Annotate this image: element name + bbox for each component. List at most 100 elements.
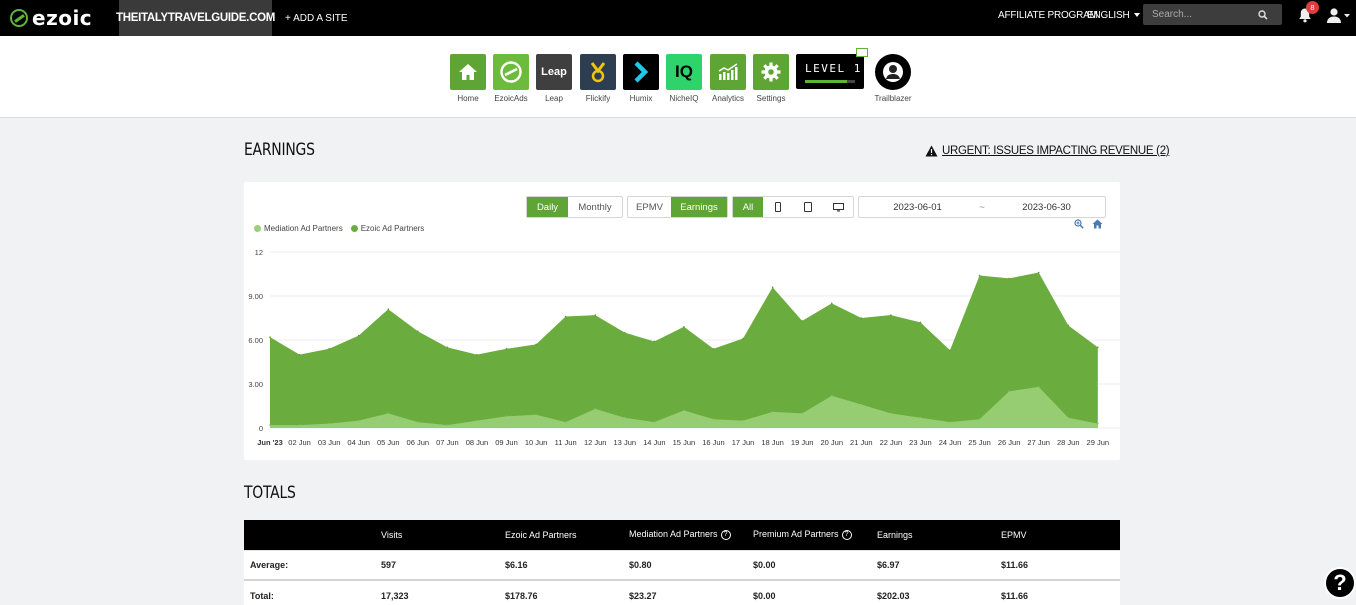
level-badge[interactable]: LEVEL 1 [796,54,864,89]
data-point-ezoic [1097,346,1099,349]
x-tick-label: 03 Jun [318,438,341,447]
reset-zoom-home-icon[interactable] [1092,219,1103,229]
data-point-ezoic [919,321,922,324]
data-point-mediation [476,419,478,422]
data-point-mediation [564,421,567,423]
earnings-button[interactable]: Earnings [671,197,727,217]
search-input[interactable] [1143,9,1258,20]
app-ezoicads[interactable]: EzoicAds [487,54,535,103]
app-label: EzoicAds [494,94,528,103]
monthly-button[interactable]: Monthly [568,197,622,217]
app-settings[interactable]: Settings [747,54,795,103]
x-tick-label: 12 Jun [584,438,607,447]
y-tick-label: 0 [259,424,263,433]
start-date[interactable]: 2023-06-01 [859,202,976,213]
help-icon[interactable]: ? [841,530,852,541]
settings-icon [753,54,789,90]
y-tick-label: 12 [255,248,263,257]
x-tick-label: 07 Jun [436,438,459,447]
add-site-link[interactable]: + ADD A SITE [285,0,348,36]
data-point-ezoic [564,315,567,318]
app-label: Home [457,94,479,103]
help-button[interactable]: ? [1324,567,1356,599]
search-icon[interactable] [1258,9,1268,20]
app-launcher-bar: Home EzoicAds Leap Leap Flickify Humix I… [0,36,1356,118]
table-cell: $6.16 [499,549,623,580]
level-text: LEVEL 1 [805,62,862,75]
user-avatar-icon[interactable] [1326,7,1350,23]
x-tick-label: 09 Jun [495,438,518,447]
ezoic-logo[interactable]: ezoic [10,6,92,30]
app-trailblazer[interactable]: Trailblazer [872,54,914,103]
tablet-icon [804,202,812,212]
legend-item-ezoic[interactable]: Ezoic Ad Partners [350,224,424,233]
earnings-area-chart: 0 3.00 6.00 9.00 12 Jun '23 02 Jun 03 Jun 04 Jun… [248,248,1120,447]
affiliate-program-link[interactable]: AFFILIATE PROGRAM [998,0,1098,30]
x-tick-label: 25 Jun [968,438,991,447]
data-point-ezoic [357,334,360,337]
data-point-ezoic [949,349,951,352]
totals-header-row: Visits Ezoic Ad Partners Mediation Ad Pa… [244,520,1120,550]
end-date[interactable]: 2023-06-30 [988,202,1105,213]
table-cell: $6.97 [871,549,995,580]
table-cell: Total: [244,579,375,605]
app-nicheiq[interactable]: IQ NicheIQ [660,54,708,103]
data-point-ezoic [535,343,537,346]
x-tick-label: 06 Jun [407,438,430,447]
data-point-ezoic [387,308,390,310]
zoom-icon[interactable] [1074,219,1084,229]
mail-icon[interactable] [856,48,868,57]
desktop-button[interactable] [823,197,853,217]
app-flickify[interactable]: Flickify [574,54,622,103]
table-cell: $0.00 [747,549,871,580]
language-dropdown[interactable]: ENGLISH [1087,0,1140,30]
x-tick-label: 02 Jun [288,438,311,447]
column-header-label: Premium Ad Partners [753,529,839,540]
table-cell: $0.80 [623,549,747,580]
all-devices-button[interactable]: All [733,197,763,217]
column-header [244,520,375,550]
leap-icon-text: Leap [541,66,567,78]
data-point-mediation [1097,422,1099,425]
site-selector-tab[interactable]: THEITALYTRAVELGUIDE.COM [116,0,275,36]
column-header: EPMV [995,520,1120,550]
app-humix[interactable]: Humix [617,54,665,103]
data-point-mediation [269,424,271,426]
app-home[interactable]: Home [444,54,492,103]
help-icon[interactable]: ? [720,530,731,541]
nicheiq-icon: IQ [666,54,702,90]
totals-table: Visits Ezoic Ad Partners Mediation Ad Pa… [244,520,1120,605]
legend-dot [254,225,261,232]
data-point-ezoic [742,337,744,340]
x-tick-label: 21 Jun [850,438,873,447]
epmv-button[interactable]: EPMV [628,197,671,217]
data-point-mediation [594,408,597,410]
tablet-button[interactable] [793,197,823,217]
urgent-issues-text: URGENT: ISSUES IMPACTING REVENUE (2) [942,145,1170,157]
x-tick-label: 04 Jun [347,438,370,447]
date-range-picker[interactable]: 2023-06-01 ~ 2023-06-30 [858,196,1106,218]
data-point-ezoic [1008,277,1010,280]
x-tick-label: 14 Jun [643,438,666,447]
table-cell: $23.27 [623,579,747,605]
period-toggle: Daily Monthly [526,196,623,218]
data-point-ezoic [446,346,449,349]
data-point-ezoic [298,353,301,356]
x-tick-label: 27 Jun [1027,438,1050,447]
app-label: Analytics [711,94,744,103]
data-point-ezoic [269,336,271,338]
level-progress-bar [805,80,855,83]
ezoic-logo-icon [10,9,28,27]
legend-item-mediation[interactable]: Mediation Ad Partners [254,224,343,233]
mobile-button[interactable] [763,197,793,217]
daily-button[interactable]: Daily [527,197,568,217]
x-tick-label: 23 Jun [909,438,932,447]
app-analytics[interactable]: Analytics [704,54,752,103]
table-row: Average: 597 $6.16 $0.80 $0.00 $6.97 $11… [244,549,1120,580]
analytics-icon [710,54,746,90]
flickify-icon [580,54,616,90]
urgent-issues-link[interactable]: URGENT: ISSUES IMPACTING REVENUE (2) [925,145,1170,157]
data-point-mediation [919,416,922,419]
column-header: Earnings [871,520,995,550]
app-leap[interactable]: Leap Leap [530,54,578,103]
